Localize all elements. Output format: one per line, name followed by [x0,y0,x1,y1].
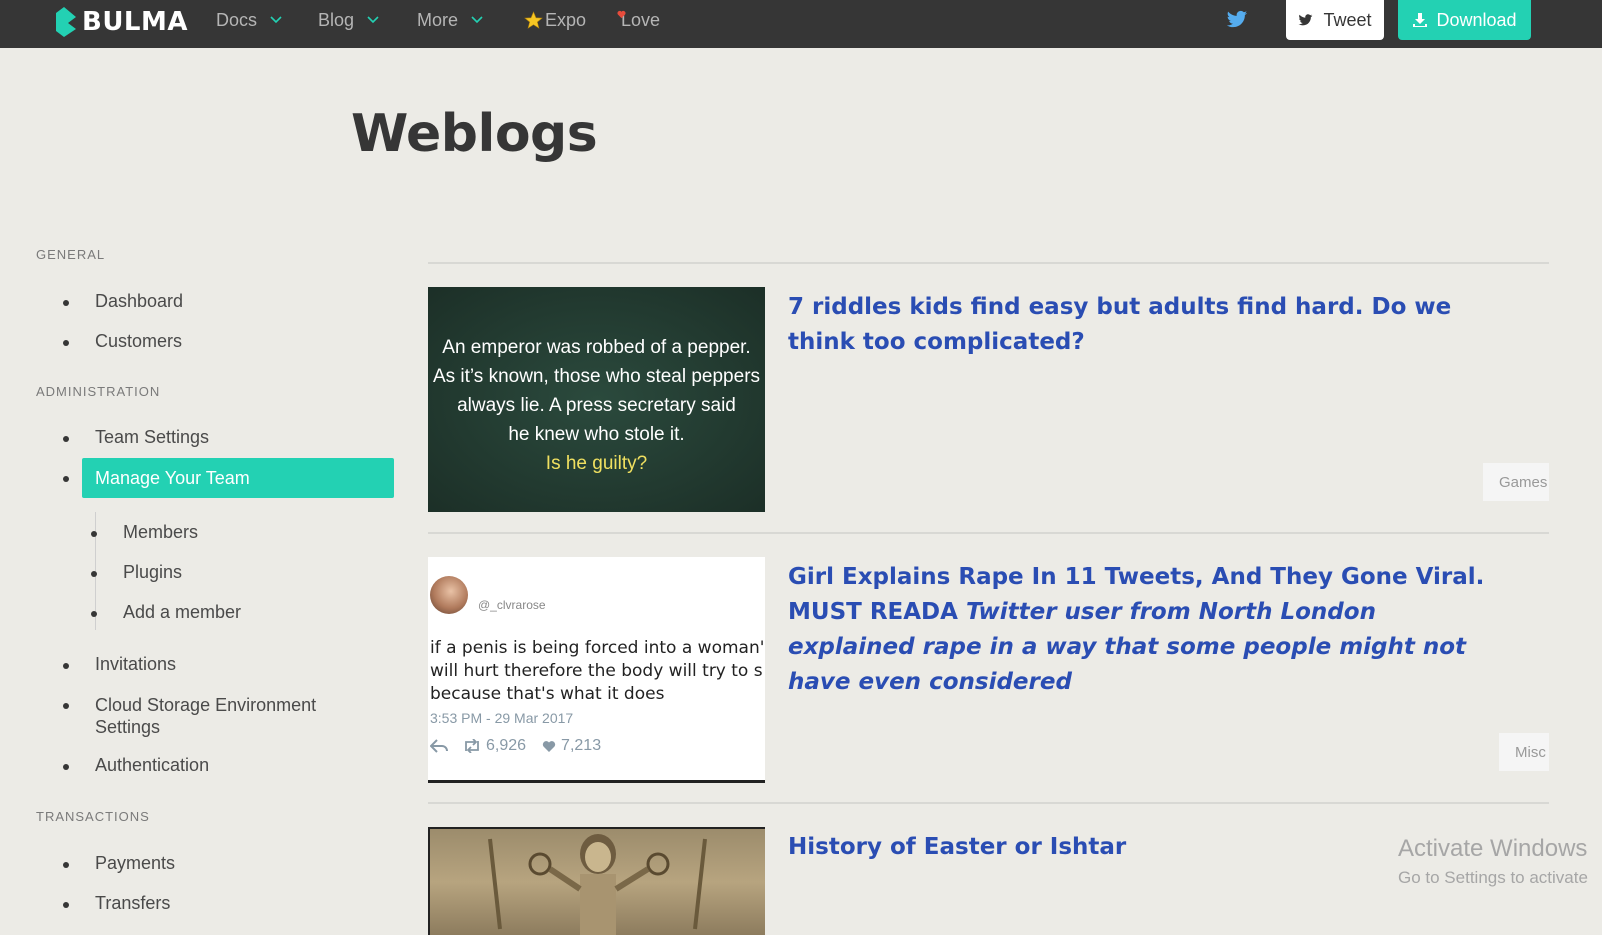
tweet-time: 3:53 PM - 29 Mar 2017 [430,710,574,726]
post-tag[interactable]: Misc [1499,733,1549,771]
tweet-line: because that's what it does [430,684,665,704]
chevron-down-icon [270,16,282,24]
download-icon [1413,13,1428,27]
retweet-icon [465,739,479,753]
retweet-count: 6,926 [486,737,527,754]
chevron-down-icon [471,16,483,24]
top-navbar: BULMA Docs Blog More Expo Love Tweet Dow… [0,0,1602,48]
menu-label-administration: Administration [36,384,161,399]
sidebar-item-payments[interactable]: Payments [95,853,175,874]
thumbnail-question: Is he guilty? [545,453,648,474]
thumbnail-line: An emperor was robbed of a pepper. [442,337,751,358]
tweet-line: will hurt therefore the body will try to… [430,661,763,681]
post-thumbnail[interactable]: @_clvrarose if a penis is being forced i… [428,557,765,783]
chevron-down-icon [367,16,379,24]
brand-name: BULMA [82,7,188,37]
divider [428,262,1549,264]
list-bullet [63,663,69,669]
list-bullet [63,436,69,442]
thumbnail-line: As it’s known, those who steal peppers [432,366,761,387]
activate-windows-watermark: Activate Windows [1398,835,1588,862]
list-bullet [91,571,97,577]
star-icon [524,10,543,29]
list-bullet [63,300,69,306]
sidebar-item-cloud-storage[interactable]: Cloud Storage Environment Settings [95,694,335,738]
list-bullet [63,703,69,709]
list-bullet [63,902,69,908]
reply-icon [430,739,448,753]
list-bullet [63,764,69,770]
sidebar-item-customers[interactable]: Customers [95,331,182,352]
sidebar-item-authentication[interactable]: Authentication [95,755,209,776]
sidebar-item-plugins[interactable]: Plugins [123,562,182,583]
nav-more-label: More [417,9,459,30]
sidebar-item-transfers[interactable]: Transfers [95,893,170,914]
post-thumbnail[interactable]: An emperor was robbed of a pepper. As it… [428,287,765,512]
thumbnail-line: always lie. A press secretary said [457,395,736,416]
menu-label-general: General [36,247,106,262]
thumbnail-line: he knew who stole it. [508,424,685,445]
nav-love-label: Love [621,9,661,30]
thumbnail-text: An emperor was robbed of a pepper. As it… [428,333,765,478]
twitter-icon[interactable] [1226,10,1248,30]
download-button-label: Download [1436,9,1517,30]
post-title[interactable]: Girl Explains Rape In 11 Tweets, And The… [788,560,1508,700]
page-title: Weblogs [351,104,598,164]
list-bullet [91,611,97,617]
nav-expo-label: Expo [545,9,587,30]
sidebar-item-invitations[interactable]: Invitations [95,654,176,675]
activate-windows-subtext: Go to Settings to activate [1398,868,1588,887]
avatar [430,576,468,614]
sidebar-item-members[interactable]: Members [123,522,198,543]
ishtar-relief-image [488,834,707,935]
twitter-icon [1299,13,1313,25]
divider [428,802,1549,804]
brand-logo[interactable]: BULMA [54,5,188,39]
heart-icon [617,10,626,19]
nav-expo[interactable]: Expo [524,0,586,40]
nav-docs[interactable]: Docs [216,0,283,40]
list-bullet [63,340,69,346]
download-button[interactable]: Download [1398,0,1531,40]
post-tag[interactable]: Games [1483,463,1549,501]
sidebar-item-team-settings[interactable]: Team Settings [95,427,209,448]
nav-docs-label: Docs [216,9,258,30]
post-title[interactable]: 7 riddles kids find easy but adults find… [788,290,1508,360]
tweet-actions: 6,926 7,213 [430,737,601,755]
nav-blog-label: Blog [318,9,355,30]
heart-icon [542,740,556,752]
nav-more[interactable]: More [417,0,484,40]
bulma-logo-icon [56,7,76,37]
tweet-handle: @_clvrarose [478,598,546,612]
nav-love[interactable]: Love [617,0,660,40]
tweet-button[interactable]: Tweet [1286,0,1384,40]
list-bullet [63,476,69,482]
nav-blog[interactable]: Blog [318,0,380,40]
tweet-text: if a penis is being forced into a woman'… [430,637,765,706]
tweet-button-label: Tweet [1323,9,1372,30]
like-count: 7,213 [561,737,602,754]
menu-label-transactions: Transactions [36,809,150,824]
post-thumbnail[interactable] [428,827,765,935]
list-bullet [91,531,97,537]
tweet-line: if a penis is being forced into a woman' [430,638,765,658]
divider [428,532,1549,534]
sidebar-item-dashboard[interactable]: Dashboard [95,291,183,312]
sidebar-item-add-member[interactable]: Add a member [123,602,241,623]
list-bullet [63,862,69,868]
sidebar-item-manage-your-team[interactable]: Manage Your Team [82,458,394,498]
